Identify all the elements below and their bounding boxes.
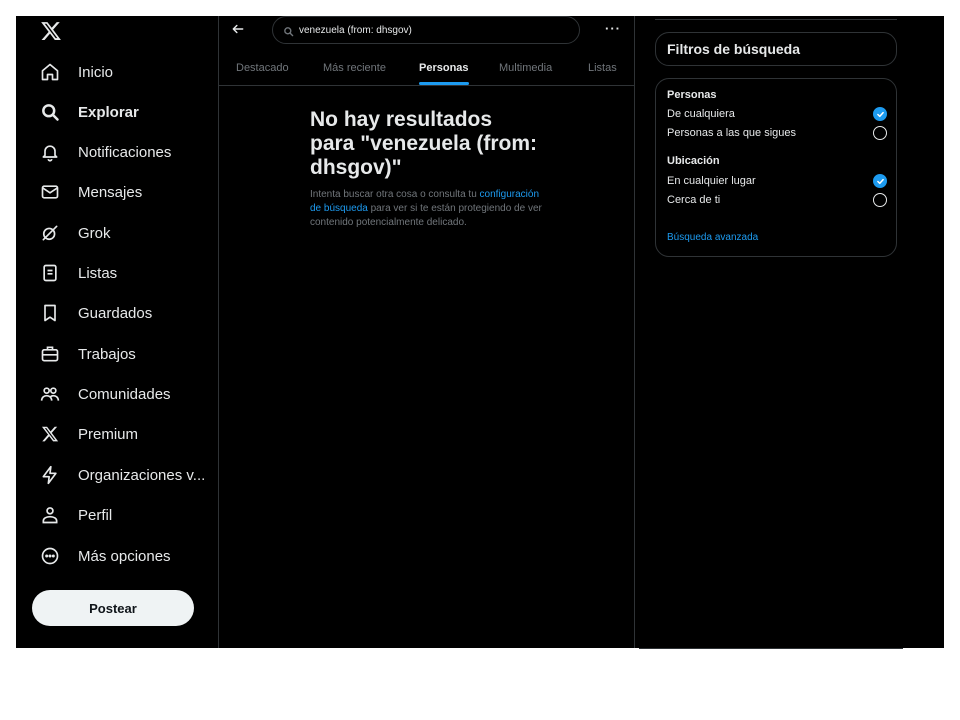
divider bbox=[639, 648, 903, 649]
sidebar-item-listas[interactable]: Listas bbox=[34, 255, 117, 291]
x-logo-icon bbox=[39, 423, 61, 445]
sidebar-item-notificaciones[interactable]: Notificaciones bbox=[34, 134, 171, 170]
radio-checked-icon[interactable] bbox=[873, 174, 887, 188]
filter-option-personas-que-sigues[interactable]: Personas a las que sigues bbox=[667, 125, 887, 141]
sidebar-item-label: Listas bbox=[78, 264, 118, 282]
option-label: Personas a las que sigues bbox=[667, 127, 797, 139]
active-tab-indicator bbox=[419, 82, 469, 85]
advanced-search-link[interactable]: Búsqueda avanzada bbox=[667, 232, 758, 243]
search-input[interactable] bbox=[299, 24, 579, 36]
sidebar-item-mas-opciones[interactable]: Más opciones bbox=[34, 538, 171, 574]
sidebar-item-organizaciones[interactable]: Organizaciones v... bbox=[34, 457, 205, 493]
tab-listas[interactable]: Listas bbox=[588, 50, 617, 85]
sidebar-item-label: Trabajos bbox=[78, 345, 136, 363]
lightning-icon bbox=[39, 464, 61, 486]
filter-option-cualquier-lugar[interactable]: En cualquier lugar bbox=[667, 173, 887, 189]
sidebar-item-comunidades[interactable]: Comunidades bbox=[34, 376, 171, 412]
radio-unchecked-icon[interactable] bbox=[873, 193, 887, 207]
tab-destacado[interactable]: Destacado bbox=[236, 50, 289, 85]
search-icon bbox=[283, 24, 295, 37]
sidebar-item-label: Inicio bbox=[78, 63, 114, 81]
tab-multimedia[interactable]: Multimedia bbox=[499, 50, 552, 85]
location-section-title: Ubicación bbox=[667, 155, 720, 167]
more-circle-icon bbox=[39, 545, 61, 567]
app-window: Inicio Explorar Notificaciones Mensajes bbox=[16, 16, 944, 648]
sidebar-item-label: Premium bbox=[78, 425, 139, 443]
tab-label: Listas bbox=[588, 61, 617, 74]
tab-label: Personas bbox=[419, 61, 469, 74]
radio-unchecked-icon[interactable] bbox=[873, 126, 887, 140]
sidebar-item-guardados[interactable]: Guardados bbox=[34, 295, 152, 331]
search-box[interactable] bbox=[272, 16, 580, 44]
sidebar-item-explorar[interactable]: Explorar bbox=[34, 94, 139, 130]
tab-mas-reciente[interactable]: Más reciente bbox=[323, 50, 386, 85]
envelope-icon bbox=[39, 181, 61, 203]
filter-option-de-cualquiera[interactable]: De cualquiera bbox=[667, 106, 887, 122]
sidebar-item-label: Comunidades bbox=[78, 385, 171, 403]
sidebar-item-label: Guardados bbox=[78, 304, 153, 322]
option-label: De cualquiera bbox=[667, 108, 735, 120]
tab-label: Destacado bbox=[236, 61, 289, 74]
bookmark-icon bbox=[39, 302, 61, 324]
sidebar-item-inicio[interactable]: Inicio bbox=[34, 54, 113, 90]
sidebar: Inicio Explorar Notificaciones Mensajes bbox=[16, 16, 218, 648]
tab-personas[interactable]: Personas bbox=[419, 50, 469, 85]
filter-option-cerca-de-ti[interactable]: Cerca de ti bbox=[667, 192, 887, 208]
divider bbox=[655, 19, 897, 20]
radio-checked-icon[interactable] bbox=[873, 107, 887, 121]
sidebar-item-label: Notificaciones bbox=[78, 143, 172, 161]
tab-label: Multimedia bbox=[499, 61, 553, 74]
search-icon bbox=[39, 101, 61, 123]
more-options-icon[interactable]: ··· bbox=[605, 21, 621, 36]
people-section-title: Personas bbox=[667, 89, 717, 101]
search-tabs: Destacado Más reciente Personas Multimed… bbox=[219, 50, 634, 86]
sidebar-item-label: Más opciones bbox=[78, 547, 171, 565]
sidebar-item-mensajes[interactable]: Mensajes bbox=[34, 174, 142, 210]
briefcase-icon bbox=[39, 343, 61, 365]
x-logo-icon[interactable] bbox=[40, 20, 64, 44]
list-icon bbox=[39, 262, 61, 284]
option-label: En cualquier lugar bbox=[667, 175, 756, 187]
sidebar-item-premium[interactable]: Premium bbox=[34, 416, 138, 452]
sidebar-item-grok[interactable]: Grok bbox=[34, 215, 111, 251]
sidebar-item-label: Grok bbox=[78, 224, 111, 242]
tab-label: Más reciente bbox=[323, 61, 386, 74]
search-filters-title: Filtros de búsqueda bbox=[655, 32, 897, 66]
right-column: Filtros de búsqueda Personas De cualquie… bbox=[633, 16, 944, 648]
back-arrow-icon[interactable] bbox=[231, 22, 251, 38]
sidebar-item-label: Organizaciones v... bbox=[78, 466, 206, 484]
empty-state-title: No hay resultados para "venezuela (from:… bbox=[310, 108, 538, 179]
grok-icon bbox=[39, 222, 61, 244]
sidebar-item-label: Mensajes bbox=[78, 183, 143, 201]
bell-icon bbox=[39, 141, 61, 163]
sidebar-item-trabajos[interactable]: Trabajos bbox=[34, 336, 136, 372]
option-label: Cerca de ti bbox=[667, 194, 721, 206]
empty-state-text: Intenta buscar otra cosa o consulta tu c… bbox=[310, 188, 544, 230]
person-icon bbox=[39, 504, 61, 526]
sidebar-item-label: Perfil bbox=[78, 506, 113, 524]
home-icon bbox=[39, 61, 61, 83]
post-button[interactable]: Postear bbox=[32, 590, 194, 626]
empty-text-before: Intenta buscar otra cosa o consulta tu bbox=[310, 189, 480, 200]
sidebar-item-label: Explorar bbox=[78, 103, 139, 121]
main-column: ··· Destacado Más reciente Personas Mult… bbox=[218, 16, 635, 648]
people-icon bbox=[39, 383, 61, 405]
search-filters-panel: Personas De cualquiera Personas a las qu… bbox=[655, 78, 897, 257]
sidebar-item-perfil[interactable]: Perfil bbox=[34, 497, 112, 533]
